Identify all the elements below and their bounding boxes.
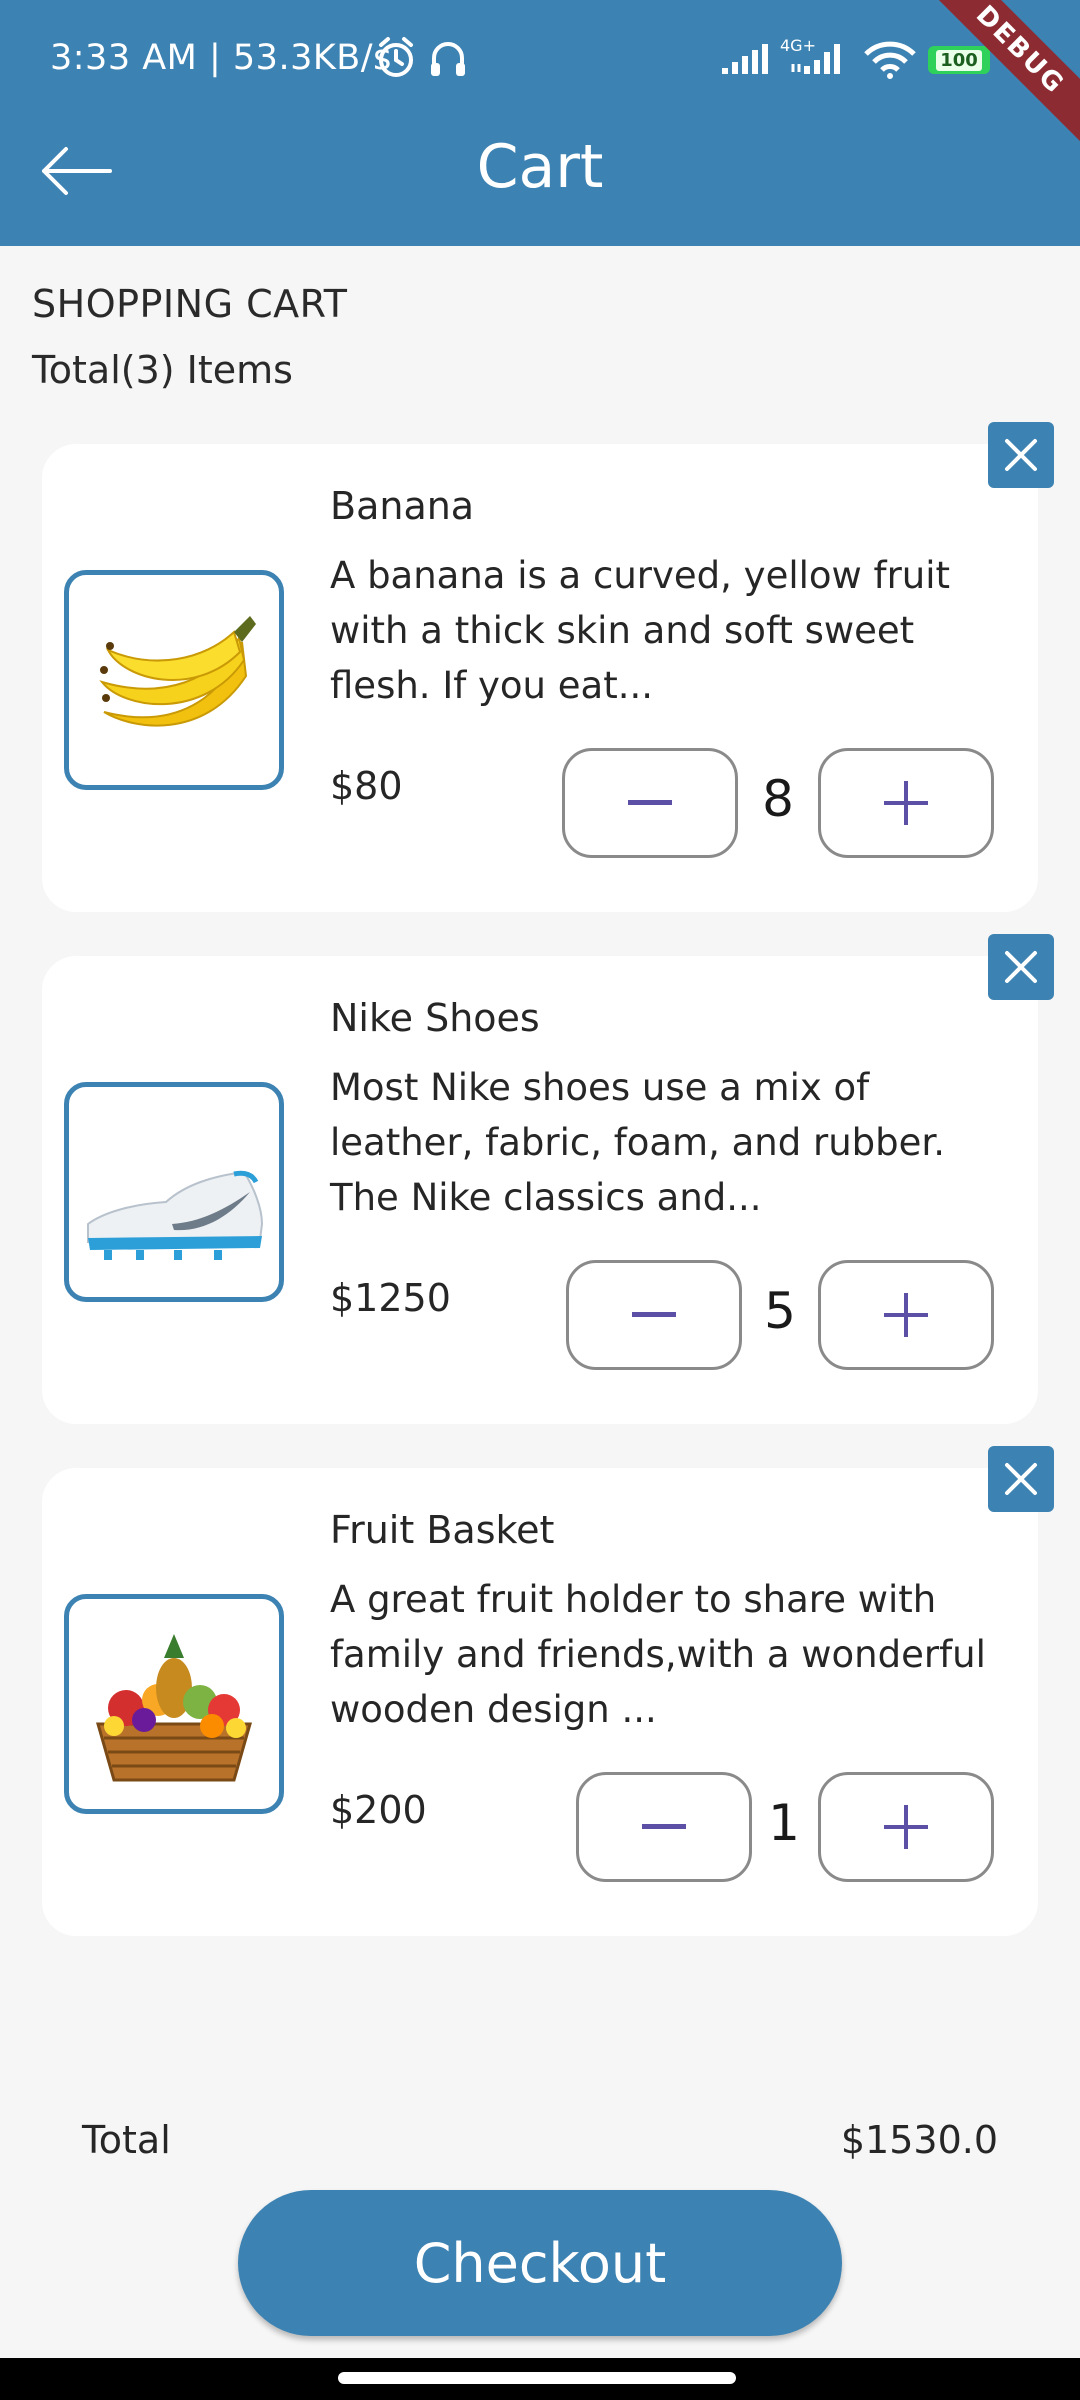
banana-image [64,570,284,790]
minus-icon [642,1824,686,1829]
item-quantity: 5 [764,1282,796,1340]
page-title: Cart [476,132,604,202]
headphones-icon [428,36,468,84]
plus-icon [884,1805,928,1849]
item-price: $80 [330,764,403,808]
minus-icon [628,800,672,805]
item-price: $1250 [330,1276,451,1320]
item-description: Most Nike shoes use a mix of leather, fa… [330,1066,945,1219]
wifi-icon [862,40,918,84]
remove-item-button[interactable] [988,422,1054,488]
total-label: Total [82,2118,171,2162]
increase-quantity-button[interactable] [818,1772,994,1882]
item-quantity: 1 [768,1794,800,1852]
close-icon [1005,1463,1037,1495]
item-title: Nike Shoes [330,996,540,1040]
status-bar: 3:33 AM | 53.3KB/s 4G+ 100 [0,0,1080,120]
status-time: 3:33 AM | 53.3KB/s [50,38,392,78]
cart-item-card: Banana A banana is a curved, yellow frui… [42,444,1038,912]
item-quantity: 8 [762,770,794,828]
increase-quantity-button[interactable] [818,748,994,858]
nike-shoe-image [64,1082,284,1302]
system-nav-bar [0,2358,1080,2400]
battery-level: 100 [936,49,982,71]
item-title: Banana [330,484,475,528]
decrease-quantity-button[interactable] [562,748,738,858]
decrease-quantity-button[interactable] [576,1772,752,1882]
remove-item-button[interactable] [988,1446,1054,1512]
decrease-quantity-button[interactable] [566,1260,742,1370]
item-description: A great fruit holder to share with famil… [330,1578,986,1731]
cart-item-card: Nike Shoes Most Nike shoes use a mix of … [42,956,1038,1424]
minus-icon [632,1312,676,1317]
plus-icon [884,1293,928,1337]
remove-item-button[interactable] [988,934,1054,1000]
item-description: A banana is a curved, yellow fruit with … [330,554,951,707]
home-gesture-handle[interactable] [338,2372,736,2384]
checkout-button[interactable]: Checkout [238,2190,842,2336]
signal-4g-icon [790,42,846,80]
increase-quantity-button[interactable] [818,1260,994,1370]
total-value: $1530.0 [840,2118,998,2162]
item-title: Fruit Basket [330,1508,555,1552]
alarm-icon [376,36,416,84]
signal-icon [720,42,772,80]
cart-heading: SHOPPING CART [32,282,348,326]
cart-item-count: Total(3) Items [32,348,293,392]
item-price: $200 [330,1788,427,1832]
close-icon [1005,951,1037,983]
battery-icon: 100 [928,46,990,74]
fruit-basket-image [64,1594,284,1814]
close-icon [1005,439,1037,471]
cart-item-card: Fruit Basket A great fruit holder to sha… [42,1468,1038,1936]
plus-icon [884,781,928,825]
